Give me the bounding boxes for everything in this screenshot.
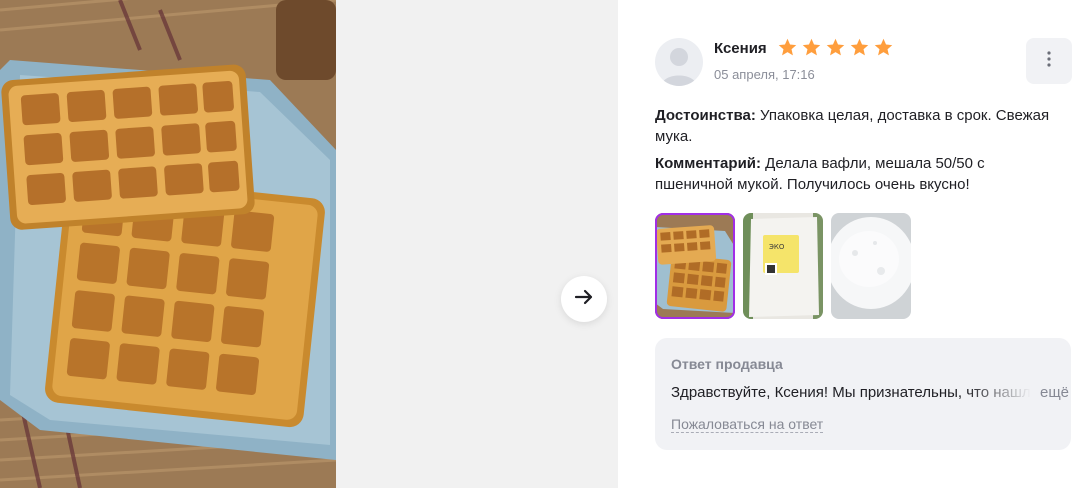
thumbnail-flour-package[interactable]: ЭКО xyxy=(743,213,823,319)
star-icon xyxy=(825,37,846,58)
user-icon xyxy=(661,48,697,86)
pros-label: Достоинства: xyxy=(655,107,756,124)
star-icon xyxy=(873,37,894,58)
seller-reply: Ответ продавца Здравствуйте, Ксения! Мы … xyxy=(655,338,1071,450)
seller-reply-more-link[interactable]: ещё xyxy=(1040,384,1069,401)
review-panel: Ксения 05 апреля, 17:16 Достоинства: Упа… xyxy=(618,0,1080,488)
review-modal: Ксения 05 апреля, 17:16 Достоинства: Упа… xyxy=(0,0,1080,488)
star-icon xyxy=(777,37,798,58)
review-author: Ксения xyxy=(714,40,767,57)
more-options-button[interactable] xyxy=(1026,38,1072,84)
thumbnail-flour-closeup[interactable] xyxy=(831,213,911,319)
review-date: 05 апреля, 17:16 xyxy=(714,67,815,82)
arrow-right-icon xyxy=(573,286,595,313)
kebab-menu-icon xyxy=(1047,50,1051,72)
seller-reply-text: Здравствуйте, Ксения! Мы признательны, ч… xyxy=(671,384,1031,401)
thumbnail-waffles[interactable] xyxy=(655,213,735,319)
comment-label: Комментарий: xyxy=(655,155,762,172)
review-photo xyxy=(0,0,336,488)
review-comment: Комментарий: Делала вафли, мешала 50/50 … xyxy=(655,153,1060,195)
avatar xyxy=(655,38,703,86)
star-icon xyxy=(801,37,822,58)
complain-reply-link[interactable]: Пожаловаться на ответ xyxy=(671,416,824,433)
seller-reply-title: Ответ продавца xyxy=(671,356,783,372)
rating-stars xyxy=(777,37,894,58)
next-photo-button[interactable] xyxy=(561,276,607,322)
review-pros: Достоинства: Упаковка целая, доставка в … xyxy=(655,105,1060,147)
svg-text:ЭКО: ЭКО xyxy=(769,243,785,251)
star-icon xyxy=(849,37,870,58)
photo-thumbnails: ЭКО xyxy=(655,213,911,319)
photo-viewer xyxy=(0,0,618,488)
